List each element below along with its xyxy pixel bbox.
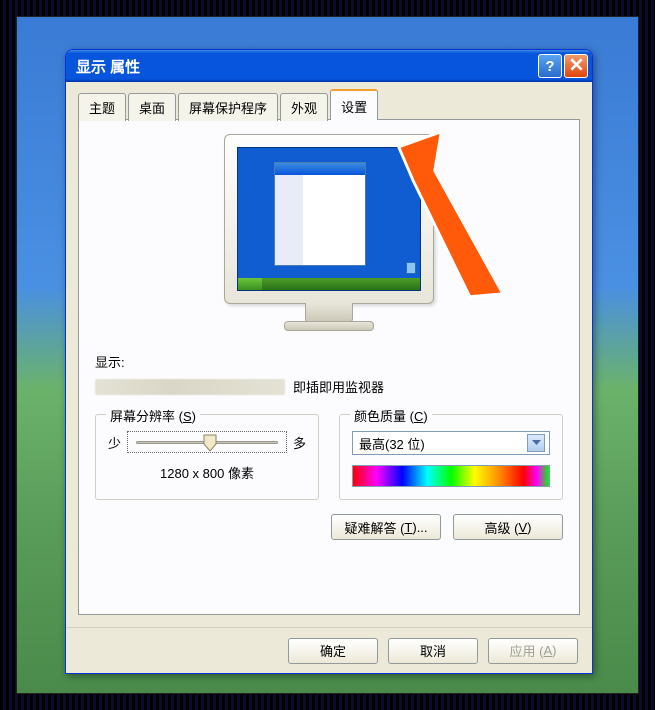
monitor-preview [215,134,443,334]
resolution-slider[interactable] [127,431,287,453]
cancel-button[interactable]: 取消 [388,638,478,664]
preview-window-icon [274,162,366,266]
tab-appearance[interactable]: 外观 [280,93,328,121]
dialog-button-bar: 确定 取消 应用 (A) [66,627,592,673]
settings-groups: 屏幕分辨率 (S) 少 多 [95,414,563,500]
color-quality-dropdown[interactable]: 最高(32 位) [352,431,550,455]
chevron-down-icon [527,434,545,452]
display-adapter-redacted [95,379,285,395]
monitor-stand [305,303,353,323]
outer-frame: 显示 属性 ? 主题 桌面 屏幕保护程序 [0,0,655,710]
monitor-case [224,134,434,304]
display-label: 显示: [95,352,563,371]
color-quality-selected: 最高(32 位) [359,434,527,453]
troubleshoot-button[interactable]: 疑难解答 (T)... [331,514,441,540]
close-icon [570,58,583,75]
tab-body: 显示: 即插即用监视器 屏幕分辨率 (S) 少 [78,119,580,615]
ok-button[interactable]: 确定 [288,638,378,664]
tab-screensaver[interactable]: 屏幕保护程序 [178,93,278,121]
slider-thumb-icon[interactable] [203,434,217,452]
window-title: 显示 属性 [76,56,538,77]
close-button[interactable] [564,54,588,78]
display-value: 即插即用监视器 [95,377,563,396]
color-quality-title: 颜色质量 (C) [350,406,432,425]
help-button[interactable]: ? [538,54,562,78]
display-monitor-name: 即插即用监视器 [293,377,384,396]
tabstrip: 主题 桌面 屏幕保护程序 外观 设置 [78,92,580,120]
resolution-slider-row: 少 多 [108,431,306,453]
preview-shield-icon [406,262,416,274]
titlebar[interactable]: 显示 属性 ? [66,50,592,82]
slider-label-more: 多 [293,433,306,452]
display-properties-window: 显示 属性 ? 主题 桌面 屏幕保护程序 [65,49,593,674]
slider-label-less: 少 [108,433,121,452]
color-quality-group: 颜色质量 (C) 最高(32 位) [339,414,563,500]
preview-taskbar-icon [238,278,420,290]
resolution-value: 1280 x 800 像素 [108,463,306,482]
tab-settings[interactable]: 设置 [330,89,378,120]
titlebar-buttons: ? [538,54,588,78]
monitor-preview-wrap [95,134,563,334]
desktop-background: 显示 属性 ? 主题 桌面 屏幕保护程序 [16,16,639,694]
advanced-buttons-row: 疑难解答 (T)... 高级 (V) [95,514,563,540]
resolution-group-title: 屏幕分辨率 (S) [106,406,200,425]
tab-desktop[interactable]: 桌面 [128,93,176,121]
resolution-group: 屏幕分辨率 (S) 少 多 [95,414,319,500]
monitor-base [284,321,374,331]
color-spectrum-preview [352,465,550,487]
client-area: 主题 桌面 屏幕保护程序 外观 设置 [66,82,592,627]
monitor-screen [237,147,421,291]
advanced-button[interactable]: 高级 (V) [453,514,563,540]
apply-button: 应用 (A) [488,638,578,664]
tab-themes[interactable]: 主题 [78,93,126,121]
help-icon: ? [545,58,554,75]
